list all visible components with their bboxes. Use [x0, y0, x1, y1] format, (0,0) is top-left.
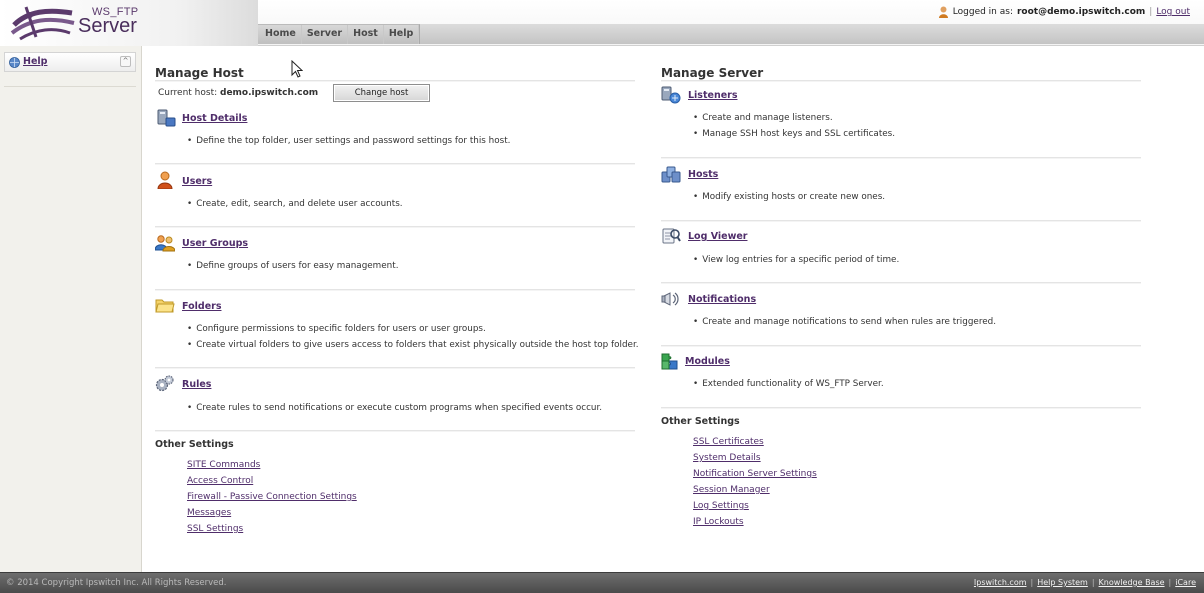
user-groups-desc: Define groups of users for easy manageme… — [187, 261, 398, 271]
system-details-link[interactable]: System Details — [693, 453, 761, 463]
rules-gear-icon — [155, 375, 174, 392]
user-groups-icon — [155, 235, 175, 252]
log-viewer-icon — [662, 228, 681, 244]
nav-server[interactable]: Server — [302, 25, 349, 44]
notification-server-settings-link[interactable]: Notification Server Settings — [693, 469, 817, 479]
notifications-icon — [661, 292, 679, 306]
nav-host[interactable]: Host — [348, 25, 384, 44]
hosts-icon — [661, 166, 681, 183]
modules-link[interactable]: Modules — [685, 356, 730, 367]
user-icon — [938, 6, 948, 18]
help-link[interactable]: Help — [23, 56, 47, 67]
folder-icon — [155, 299, 175, 313]
sidebar: Help ^ — [0, 46, 142, 572]
messages-link[interactable]: Messages — [187, 508, 231, 518]
modules-desc: Extended functionality of WS_FTP Server. — [693, 379, 883, 389]
login-separator: | — [1149, 7, 1153, 17]
host-other-settings-title: Other Settings — [155, 439, 234, 450]
mouse-pointer-icon — [291, 60, 303, 78]
nav-help[interactable]: Help — [384, 25, 420, 44]
divider — [661, 157, 1141, 159]
divider — [661, 282, 1141, 284]
ws-ftp-logo-icon — [10, 6, 75, 41]
help-globe-icon — [9, 57, 20, 68]
nav-bar-background — [410, 24, 1204, 44]
footer-separator: | — [1168, 578, 1172, 587]
footer-link-icare[interactable]: iCare — [1175, 578, 1196, 587]
hosts-link[interactable]: Hosts — [688, 169, 718, 180]
access-control-link[interactable]: Access Control — [187, 476, 253, 486]
footer-link-help-system[interactable]: Help System — [1037, 578, 1088, 587]
users-link[interactable]: Users — [182, 176, 212, 187]
divider — [661, 407, 1141, 409]
listeners-desc-1: Create and manage listeners. — [693, 113, 832, 123]
current-host-label: Current host: — [158, 88, 218, 98]
listeners-link[interactable]: Listeners — [688, 90, 738, 101]
divider — [155, 226, 635, 228]
footer-link-knowledge-base[interactable]: Knowledge Base — [1099, 578, 1165, 587]
user-icon — [157, 171, 173, 189]
divider — [155, 289, 635, 291]
divider — [155, 80, 635, 82]
folders-desc-1: Configure permissions to specific folder… — [187, 324, 486, 334]
collapse-icon[interactable]: ^ — [120, 56, 131, 67]
hosts-desc: Modify existing hosts or create new ones… — [693, 192, 885, 202]
divider — [155, 430, 635, 432]
change-host-button[interactable]: Change host — [333, 84, 430, 102]
ip-lockouts-link[interactable]: IP Lockouts — [693, 517, 744, 527]
log-viewer-desc: View log entries for a specific period o… — [693, 255, 899, 265]
divider — [661, 345, 1141, 347]
footer-separator: | — [1091, 578, 1095, 587]
login-prefix: Logged in as: — [952, 7, 1013, 17]
listeners-icon — [661, 86, 681, 104]
footer-link-ipswitch[interactable]: Ipswitch.com — [974, 578, 1027, 587]
server-other-settings-title: Other Settings — [661, 416, 740, 427]
footer: © 2014 Copyright Ipswitch Inc. All Right… — [0, 572, 1204, 593]
listeners-desc-2: Manage SSH host keys and SSL certificate… — [693, 129, 895, 139]
folders-link[interactable]: Folders — [182, 301, 221, 312]
rules-desc: Create rules to send notifications or ex… — [187, 403, 602, 413]
login-user: root@demo.ipswitch.com — [1016, 7, 1146, 17]
logo-product-big: Server — [78, 15, 137, 37]
modules-icon — [661, 353, 678, 370]
divider — [661, 80, 1141, 82]
host-details-link[interactable]: Host Details — [182, 113, 247, 124]
notifications-link[interactable]: Notifications — [688, 294, 756, 305]
sidebar-divider — [4, 86, 136, 87]
manage-server-title: Manage Server — [661, 66, 764, 80]
host-details-desc: Define the top folder, user settings and… — [187, 136, 510, 146]
nav-home[interactable]: Home — [258, 25, 302, 44]
logo-area: WS_FTP Server — [0, 0, 258, 46]
app-header: WS_FTP Server Home Server Host Help Logg… — [0, 0, 1204, 46]
divider — [661, 220, 1141, 222]
user-groups-link[interactable]: User Groups — [182, 238, 248, 249]
ssl-settings-link[interactable]: SSL Settings — [187, 524, 243, 534]
host-details-icon — [157, 109, 176, 127]
rules-link[interactable]: Rules — [182, 379, 211, 390]
footer-links: Ipswitch.com | Help System | Knowledge B… — [974, 578, 1196, 587]
current-host-value: demo.ipswitch.com — [220, 88, 319, 98]
folders-desc-2: Create virtual folders to give users acc… — [187, 340, 638, 350]
footer-separator: | — [1030, 578, 1034, 587]
ssl-certificates-link[interactable]: SSL Certificates — [693, 437, 764, 447]
log-viewer-link[interactable]: Log Viewer — [688, 231, 747, 242]
site-commands-link[interactable]: SITE Commands — [187, 460, 260, 470]
divider — [155, 163, 635, 165]
notifications-desc: Create and manage notifications to send … — [693, 317, 996, 327]
divider — [155, 367, 635, 369]
log-settings-link[interactable]: Log Settings — [693, 501, 749, 511]
firewall-settings-link[interactable]: Firewall - Passive Connection Settings — [187, 492, 357, 502]
users-desc: Create, edit, search, and delete user ac… — [187, 199, 402, 209]
logout-link[interactable]: Log out — [1156, 7, 1190, 17]
copyright-text: © 2014 Copyright Ipswitch Inc. All Right… — [6, 578, 227, 588]
help-panel: Help ^ — [4, 52, 136, 72]
main-nav: Home Server Host Help — [258, 24, 421, 44]
session-manager-link[interactable]: Session Manager — [693, 485, 770, 495]
login-info: Logged in as: root@demo.ipswitch.com | L… — [938, 6, 1190, 18]
current-host: Current host: demo.ipswitch.com — [158, 88, 318, 98]
manage-host-title: Manage Host — [155, 66, 244, 80]
